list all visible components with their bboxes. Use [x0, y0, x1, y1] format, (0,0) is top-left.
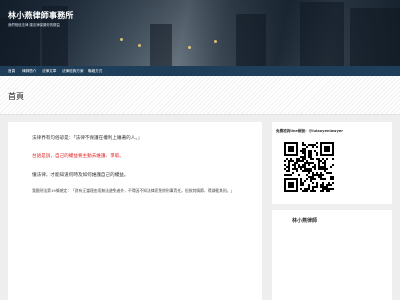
nav-item-consultation-plans[interactable]: 法律諮詢方案 [62, 66, 84, 76]
site-header: 林小燕律師事務所 我們相信法律 讓法律保護你的權益 [0, 0, 400, 66]
street-light [188, 46, 191, 49]
lawyer-widget: 林小燕律師 [272, 210, 392, 300]
content-paragraph-highlight: 台語是說，自己的權益要主動去維護、爭取。 [32, 154, 124, 159]
site-title[interactable]: 林小燕律師事務所 [8, 10, 74, 21]
nav-item-legal-articles[interactable]: 法律文章 [42, 66, 56, 76]
qr-widget-title: 免費諮詢line帳號：@lulaoyenlawyer [276, 129, 343, 133]
nav-item-lawyer-profile[interactable]: 律師簡介 [22, 66, 36, 76]
qr-widget: 免費諮詢line帳號：@lulaoyenlawyer [272, 122, 392, 204]
qr-code-graphic [284, 142, 334, 192]
header-building [150, 24, 172, 66]
header-building [236, 14, 266, 66]
page-title-bar: 首頁 [0, 76, 400, 115]
content-paragraph-4: 我國刑法第19條規定：「對有正當理由而無法避免者外，不得因不知法律而免除刑事責任… [32, 188, 235, 193]
street-light [138, 44, 141, 47]
nav-item-contact[interactable]: 聯絡方式 [88, 66, 102, 76]
content-paragraph-1: 法律界有句俗諺是：「法律不保護在權利上睡著的人。」 [32, 136, 143, 141]
main-navigation: 首頁 律師簡介 法律文章 法律諮詢方案 聯絡方式 [0, 66, 400, 76]
street-light [120, 38, 123, 41]
main-content: 法律界有句俗諺是：「法律不保護在權利上睡著的人。」 台語是說，自己的權益要主動去… [8, 122, 262, 300]
page-title: 首頁 [8, 92, 24, 101]
street-light [214, 40, 217, 43]
qr-code-image[interactable] [284, 142, 334, 192]
lawyer-widget-title: 林小燕律師 [292, 218, 318, 224]
header-building [350, 8, 400, 66]
nav-item-home[interactable]: 首頁 [8, 66, 15, 76]
content-paragraph-3: 懂法律，才能知道何時及如何維護自己的權益。 [32, 173, 129, 178]
header-building [300, 2, 344, 66]
site-description: 我們相信法律 讓法律保護你的權益 [8, 23, 60, 27]
